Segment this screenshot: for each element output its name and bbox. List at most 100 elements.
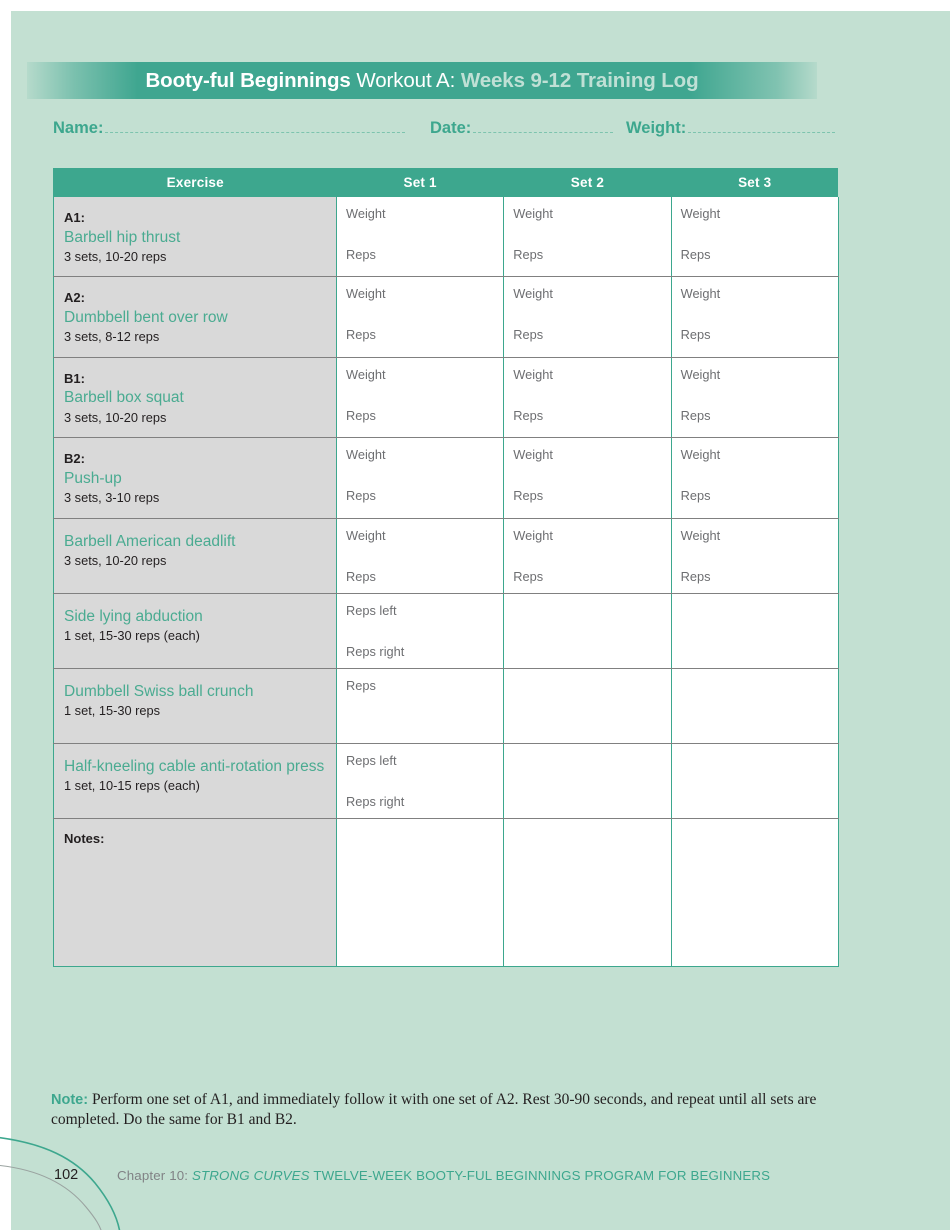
set-field-stack: Weight Reps (681, 206, 838, 262)
name-label: Name: (53, 119, 104, 137)
exercise-prescription: 1 set, 10-15 reps (each) (64, 778, 200, 794)
set-entry-cell[interactable]: Weight Reps (336, 357, 505, 439)
notes-entry-cell[interactable] (336, 818, 505, 967)
exercise-name: Side lying abduction (64, 607, 203, 625)
set-entry-cell[interactable]: Reps left Reps right (336, 743, 505, 819)
set-field-label: Reps right (346, 643, 405, 659)
date-field-group[interactable]: Date: (430, 119, 614, 138)
set-entry-cell[interactable]: Weight Reps (503, 518, 672, 594)
set-entry-cell[interactable] (671, 668, 839, 744)
set-field-stack: Weight Reps (513, 206, 670, 262)
set-field-stack: Reps left Reps right (346, 753, 503, 809)
note-keyword: Note: (51, 1092, 89, 1108)
exercise-cell: A1: Barbell hip thrust 3 sets, 10-20 reps (53, 197, 337, 278)
set-field-label: Weight (346, 447, 386, 463)
table-row: B2: Push-up 3 sets, 3-10 reps Weight Reps Wei… (53, 437, 839, 519)
weight-input-rule[interactable] (688, 119, 836, 133)
set-entry-cell[interactable] (671, 593, 839, 669)
set-entry-cell[interactable]: Weight Reps (336, 276, 505, 358)
notes-entry-cell[interactable] (671, 818, 839, 967)
set-entry-cell[interactable]: Weight Reps (336, 437, 505, 519)
notes-entry-cell[interactable] (503, 818, 672, 967)
set-field-label: Weight (680, 447, 721, 463)
weight-field-group[interactable]: Weight: (626, 119, 836, 138)
notes-row: Notes: (53, 818, 839, 967)
exercise-prescription: 1 set, 15-30 reps (64, 703, 161, 719)
title-workout-label: Workout A: (356, 68, 456, 92)
set-field-label: Reps (680, 246, 711, 262)
set-field-label: Weight (513, 286, 553, 302)
exercise-prescription: 3 sets, 10-20 reps (64, 409, 167, 425)
exercise-name: Dumbbell Swiss ball crunch (64, 682, 254, 700)
set-entry-cell[interactable] (503, 593, 672, 669)
exercise-cell: Dumbbell Swiss ball crunch 1 set, 15-30 r… (53, 668, 337, 744)
set-entry-cell[interactable]: Reps left Reps right (336, 593, 505, 669)
set-entry-cell[interactable] (503, 668, 672, 744)
footer-chapter-line: Chapter 10: STRONG CURVES TWELVE-WEEK BO… (117, 1168, 770, 1183)
exercise-cell: Barbell American deadlift 3 sets, 10-20 r… (53, 518, 337, 594)
table-row: A1: Barbell hip thrust 3 sets, 10-20 reps W… (53, 197, 839, 278)
set-entry-cell[interactable]: Weight Reps (671, 197, 839, 278)
set-entry-cell[interactable]: Weight Reps (503, 357, 672, 439)
exercise-prescription: 3 sets, 10-20 reps (64, 248, 167, 264)
date-input-rule[interactable] (473, 119, 614, 133)
set-field-label: Reps (513, 568, 544, 584)
set-entry-cell[interactable]: Reps (336, 668, 505, 744)
notes-label: Notes: (64, 830, 105, 846)
name-field-group[interactable]: Name: (53, 119, 406, 138)
set-field-stack: Reps (346, 678, 503, 734)
set-entry-cell[interactable] (671, 743, 839, 819)
weight-label: Weight: (626, 119, 687, 137)
column-header-set-3: Set 3 (671, 168, 839, 197)
set-field-label: Reps (680, 488, 711, 504)
set-entry-cell[interactable]: Weight Reps (336, 518, 505, 594)
set-field-label: Reps (346, 327, 376, 343)
exercise-prescription: 1 set, 15-30 reps (each) (64, 628, 200, 644)
set-entry-cell[interactable] (503, 743, 672, 819)
set-field-stack: Weight Reps (681, 286, 838, 342)
page: Booty-ful Beginnings Workout A: Weeks 9-… (0, 0, 950, 1230)
set-field-label: Reps (346, 407, 376, 423)
set-entry-cell[interactable]: Weight Reps (503, 197, 672, 278)
exercise-name: Barbell hip thrust (64, 228, 181, 246)
page-number: 102 (54, 1167, 79, 1183)
set-field-stack: Reps left Reps right (346, 603, 503, 659)
table-row: Half-kneeling cable anti-rotation press 1… (53, 743, 839, 819)
set-entry-cell[interactable]: Weight Reps (336, 197, 505, 278)
exercise-name: Dumbbell bent over row (64, 309, 228, 327)
set-field-stack: Weight Reps (513, 528, 670, 584)
note-body: Perform one set of A1, and immediately f… (51, 1091, 817, 1129)
set-field-label: Reps (680, 568, 711, 584)
set-field-label: Weight (513, 366, 553, 382)
exercise-cell: B2: Push-up 3 sets, 3-10 reps (53, 437, 337, 519)
set-field-label: Reps (513, 488, 544, 504)
set-field-label: Reps (346, 568, 376, 584)
exercise-name: Half-kneeling cable anti-rotation press (64, 757, 325, 775)
exercise-cell: A2: Dumbbell bent over row 3 sets, 8-12 re… (53, 276, 337, 358)
set-field-label: Weight (346, 286, 386, 302)
title-weeks-label: Weeks 9-12 Training Log (460, 68, 699, 92)
name-input-rule[interactable] (105, 119, 406, 133)
set-field-label: Weight (680, 366, 721, 382)
set-field-label: Reps left (346, 602, 397, 618)
exercise-name: Barbell American deadlift (64, 532, 236, 550)
instruction-note: Note: Perform one set of A1, and immedia… (51, 1090, 851, 1131)
column-header-set-2: Set 2 (503, 168, 672, 197)
exercise-prescription: 3 sets, 10-20 reps (64, 553, 167, 569)
set-entry-cell[interactable]: Weight Reps (671, 437, 839, 519)
set-field-stack: Weight Reps (513, 367, 670, 423)
set-field-label: Reps (346, 246, 376, 262)
set-field-stack: Weight Reps (681, 367, 838, 423)
notes-cell[interactable]: Notes: (53, 818, 337, 967)
exercise-cell: Side lying abduction 1 set, 15-30 reps (e… (53, 593, 337, 669)
set-field-label: Reps (680, 407, 711, 423)
set-field-spacer (346, 708, 503, 734)
set-field-stack: Weight Reps (346, 528, 503, 584)
set-entry-cell[interactable]: Weight Reps (671, 518, 839, 594)
set-entry-cell[interactable]: Weight Reps (671, 357, 839, 439)
set-field-label: Weight (680, 286, 721, 302)
set-entry-cell[interactable]: Weight Reps (671, 276, 839, 358)
set-entry-cell[interactable]: Weight Reps (503, 437, 672, 519)
set-entry-cell[interactable]: Weight Reps (503, 276, 672, 358)
table-row: Dumbbell Swiss ball crunch 1 set, 15-30 r… (53, 668, 839, 744)
